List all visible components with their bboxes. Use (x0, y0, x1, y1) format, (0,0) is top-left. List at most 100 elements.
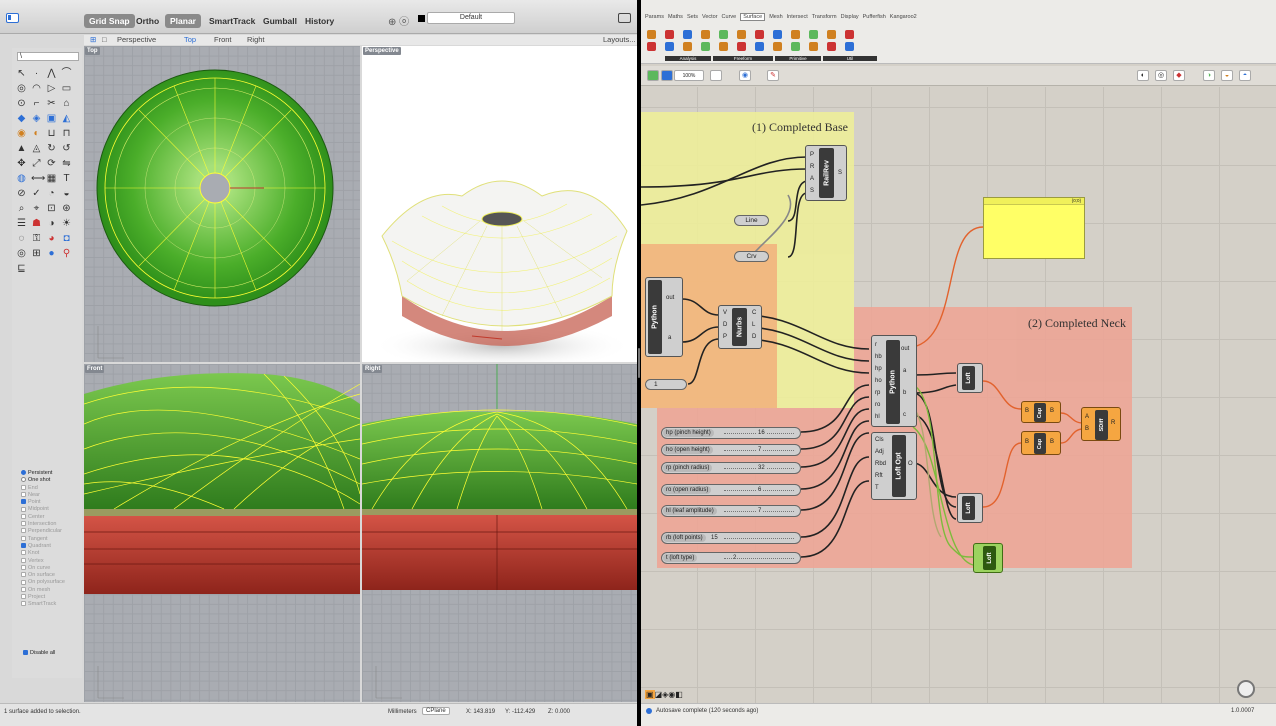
gh-footer-icons[interactable]: ▣◪◈◉◧ (645, 690, 683, 699)
join-icon[interactable]: ⊔ (46, 128, 57, 139)
sidebar-toggle-icon[interactable] (6, 13, 19, 23)
ribbon-tool-icon[interactable] (773, 42, 782, 51)
ribbon-tool-icon[interactable] (791, 42, 800, 51)
viewport-front[interactable]: Front (84, 364, 360, 702)
pin-R[interactable]: R (810, 164, 814, 170)
sdiff-pin-b[interactable]: B (1085, 426, 1089, 432)
viewport-label-perspective[interactable]: Perspective (363, 47, 401, 55)
pin-a[interactable]: a (668, 335, 671, 341)
pin-S[interactable]: S (810, 188, 814, 194)
viewport-right[interactable]: Right (362, 364, 637, 702)
sdiff-pin-a[interactable]: A (1085, 414, 1089, 420)
cap2-pin-out[interactable]: B (1050, 439, 1054, 445)
tab-front[interactable]: Front (214, 35, 232, 44)
viewport-layout-icon[interactable]: □ (102, 35, 107, 44)
zoom-icon[interactable]: ⌕ (16, 203, 27, 214)
sphere-icon[interactable]: ● (46, 248, 57, 259)
slider-value[interactable]: 2 (732, 554, 738, 562)
viewport-label-right[interactable]: Right (363, 365, 383, 373)
curve-icon[interactable]: ⌒ (61, 68, 72, 79)
loft-option-pin[interactable]: Cls (875, 437, 884, 443)
layer-color-swatch[interactable] (418, 15, 425, 22)
loft-component-2[interactable]: Loft (957, 493, 983, 523)
gh-tab-maths[interactable]: Maths (668, 14, 683, 20)
osnap-persistent[interactable]: Persistent (21, 470, 81, 477)
slider-value[interactable]: 32 (757, 464, 766, 472)
widget-icon-a[interactable]: ▣ (645, 690, 655, 699)
pin-py-c[interactable]: c (903, 412, 906, 418)
cap-component-2[interactable]: B Cap B (1021, 431, 1061, 455)
ribbon-tool-icon[interactable] (701, 30, 710, 39)
circle-icon[interactable]: ◎ (16, 83, 27, 94)
mesh-icon[interactable]: ▲ (16, 143, 27, 154)
ribbon-tool-icon[interactable] (809, 30, 818, 39)
gumball-toggle[interactable]: Gumball (258, 14, 302, 28)
ribbon-tool-icon[interactable] (737, 30, 746, 39)
ribbon-tool-icon[interactable] (755, 30, 764, 39)
sdiff-pin-r[interactable]: R (1111, 420, 1115, 426)
number-slider[interactable]: rp (pinch radius) 32 (661, 462, 801, 474)
viewport-label-top[interactable]: Top (85, 47, 100, 55)
python-input-pin[interactable]: rp (875, 390, 880, 396)
arc-icon[interactable]: ◠ (31, 83, 42, 94)
loft-option-pin[interactable]: Adj (875, 449, 884, 455)
slider-value[interactable]: 7 (757, 446, 763, 454)
extrude-icon[interactable]: ◈ (31, 113, 42, 124)
smarttrack-toggle[interactable]: SmartTrack (204, 14, 260, 28)
hide-icon[interactable]: ◌ (16, 233, 27, 244)
analyze-icon[interactable]: ⊘ (16, 188, 27, 199)
crv-param[interactable]: Crv (734, 251, 769, 262)
ribbon-tool-icon[interactable] (647, 42, 656, 51)
light-icon[interactable]: ☀ (61, 218, 72, 229)
python-input-pin[interactable]: hl (875, 414, 880, 420)
gh-tab-pufferfish[interactable]: Pufferfish (863, 14, 886, 20)
python-main-component[interactable]: r hb hp ho rp ro hl Python out a b c (871, 335, 917, 427)
fillet-curve-icon[interactable]: ⌐ (31, 98, 42, 109)
pin-D-out[interactable]: D (752, 334, 756, 340)
ribbon-tool-icon[interactable] (719, 42, 728, 51)
ribbon-tool-icon[interactable] (719, 30, 728, 39)
gh-tab-vector[interactable]: Vector (702, 14, 718, 20)
save-file-icon[interactable] (661, 70, 673, 81)
osnap-item[interactable]: Intersection (21, 521, 81, 528)
ribbon-tool-icon[interactable] (701, 42, 710, 51)
osnap-item[interactable]: Project (21, 594, 81, 601)
cap1-pin-in[interactable]: B (1025, 408, 1029, 414)
open-file-icon[interactable] (647, 70, 659, 81)
pin-py-a[interactable]: a (903, 368, 906, 374)
gh-tab-params[interactable]: Params (645, 14, 664, 20)
text-icon[interactable]: T (61, 173, 72, 184)
grasshopper-icon[interactable]: ◎ (16, 248, 27, 259)
ribbon-tool-icon[interactable] (683, 42, 692, 51)
python-input-pin[interactable]: hb (875, 354, 882, 360)
ortho-toggle[interactable]: Ortho (131, 14, 164, 28)
osnap-one-shot[interactable]: One shot (21, 477, 81, 484)
number-slider[interactable]: t (loft type) 2 (661, 552, 801, 564)
pin-V[interactable]: V (723, 310, 727, 316)
color-icon[interactable]: ◕ (46, 233, 57, 244)
python-input-pin[interactable]: ro (875, 402, 880, 408)
select-arrow-icon[interactable]: ↖ (16, 68, 27, 79)
check-icon[interactable]: ✓ (31, 188, 42, 199)
pin-S-out[interactable]: S (838, 170, 842, 176)
gh-canvas[interactable]: (1) Completed Base (2) Completed Neck {0… (641, 87, 1276, 703)
gh-tab-intersect[interactable]: Intersect (787, 14, 808, 20)
zoom-dropdown[interactable]: 100% (674, 70, 704, 81)
loft-options-component[interactable]: Cls Adj Rbd Rft T Loft Opt O (871, 432, 917, 500)
hatch-icon[interactable]: ▦ (46, 173, 57, 184)
loft-option-pin[interactable]: Rft (875, 473, 883, 479)
display-mode-a-icon[interactable]: ◑ (1203, 70, 1215, 81)
more-tools-icon[interactable]: ⊑ (16, 263, 27, 274)
loft-option-pin[interactable]: T (875, 485, 879, 491)
gh-tab-curve[interactable]: Curve (722, 14, 737, 20)
script-icon[interactable]: ⊞ (31, 248, 42, 259)
history-toggle[interactable]: History (300, 14, 339, 28)
gh-tab-mesh[interactable]: Mesh (769, 14, 782, 20)
python-small-component[interactable]: Python out a (645, 277, 683, 357)
sketch-pen-icon[interactable]: ✎ (767, 70, 779, 81)
osnap-item[interactable]: Near (21, 492, 81, 499)
python-input-pin[interactable]: r (875, 342, 877, 348)
divider-handle[interactable] (638, 348, 640, 378)
slider-value[interactable]: 6 (757, 486, 763, 494)
render-icon[interactable]: ☗ (31, 218, 42, 229)
